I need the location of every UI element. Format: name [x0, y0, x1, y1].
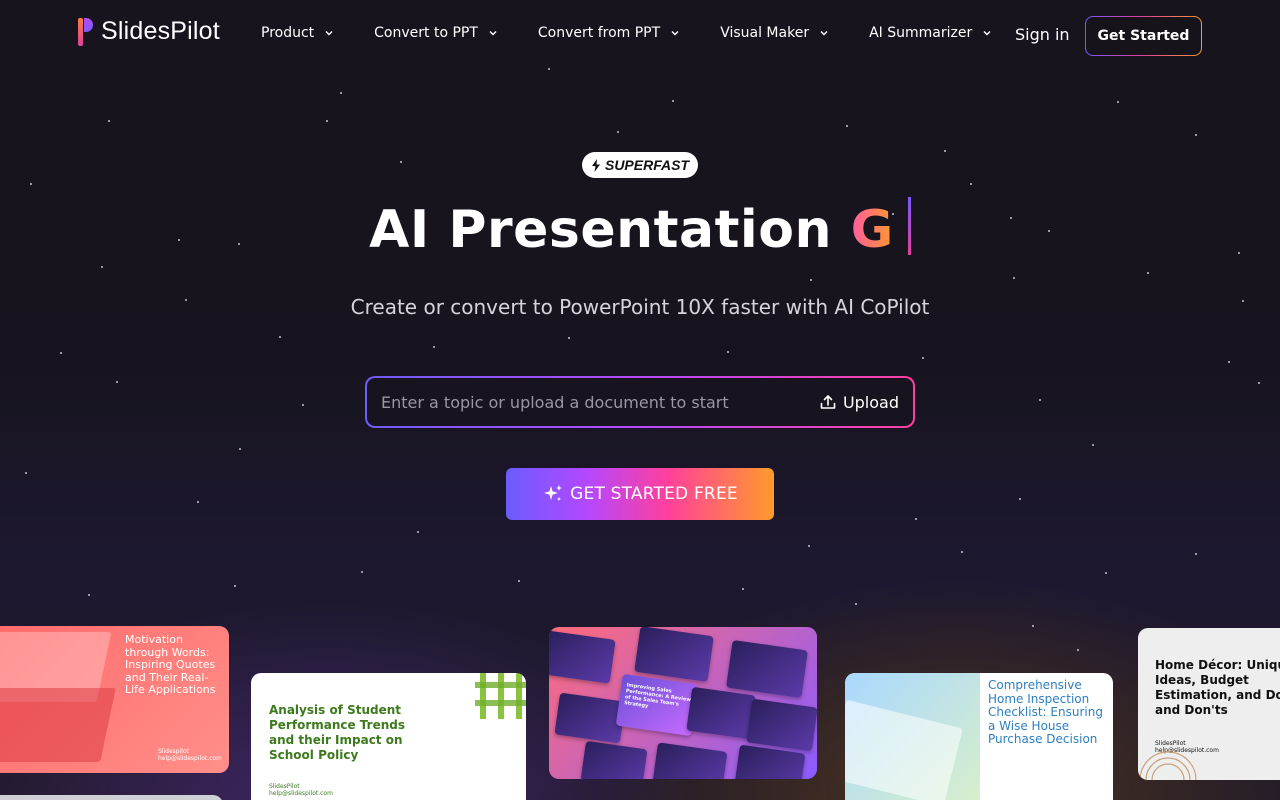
card-title: Home Décor: Unique Ideas, Budget Estimat… [1155, 658, 1280, 717]
chevron-down-icon [670, 28, 680, 38]
topic-input[interactable] [381, 392, 819, 412]
card-footer-name: SlidesPilot [269, 783, 300, 790]
badge-label: SUPERFAST [604, 157, 689, 173]
template-card[interactable]: Motivation through Words: Inspiring Quot… [0, 626, 229, 773]
slide-thumbnail [734, 744, 806, 779]
grid-decoration [475, 673, 526, 719]
slide-thumbnail [580, 740, 648, 779]
get-started-free-button[interactable]: GET STARTED FREE [506, 468, 774, 520]
nav-label: AI Summarizer [869, 25, 973, 41]
chevron-down-icon [982, 28, 992, 38]
chevron-down-icon [324, 28, 334, 38]
slide-thumbnail [726, 639, 808, 699]
sparkle-icon [544, 485, 563, 501]
cta-label: GET STARTED FREE [570, 484, 738, 504]
card-title: Motivation through Words: Inspiring Quot… [125, 633, 216, 696]
brand-name: SlidesPilot [101, 17, 220, 45]
card-title: Comprehensive Home Inspection Checklist:… [988, 678, 1103, 746]
slide-thumbnail [549, 630, 616, 684]
slide-thumbnail [554, 692, 626, 744]
brand-logo[interactable]: SlidesPilot [78, 17, 220, 46]
superfast-badge: SUPERFAST [582, 152, 698, 178]
lightning-icon [591, 158, 600, 172]
nav-label: Visual Maker [720, 25, 810, 41]
hero-subtitle: Create or convert to PowerPoint 10X fast… [350, 295, 930, 319]
nav-label: Convert from PPT [537, 25, 661, 41]
chevron-down-icon [819, 28, 829, 38]
slide-thumbnail [652, 742, 728, 779]
logo-icon [78, 17, 93, 46]
card-footer-name: SlidesPilot [1155, 740, 1186, 747]
slide-thumbnail [686, 686, 756, 740]
nav-visual-maker[interactable]: Visual Maker [720, 25, 829, 41]
hero-title: AI Presentation G [0, 197, 1280, 260]
card-title: Analysis of Student Performance Trends a… [269, 703, 406, 762]
card-footer-email: help@slidespilot.com [269, 790, 333, 797]
nav-convert-from-ppt[interactable]: Convert from PPT [538, 25, 680, 41]
template-card[interactable]: Analysis of Student Performance Trends a… [251, 673, 526, 800]
upload-icon [820, 395, 836, 409]
top-nav: SlidesPilot Product Convert to PPT Conve… [0, 0, 1280, 70]
topic-input-box: Upload [365, 376, 915, 428]
card-footer-email: help@slidespilot.com [158, 755, 222, 762]
template-card[interactable]: Improving Sales Performance: A Review of… [549, 627, 817, 779]
get-started-button[interactable]: Get Started [1085, 16, 1202, 56]
arc-decoration [1139, 751, 1197, 780]
chevron-down-icon [488, 28, 498, 38]
sign-in-link[interactable]: Sign in [1015, 25, 1070, 44]
slide-thumbnail [634, 627, 714, 682]
nav-label: Convert to PPT [374, 25, 478, 41]
card-footer: SlidesPilot help@slidespilot.com [269, 783, 333, 797]
nav-ai-summarizer[interactable]: AI Summarizer [869, 25, 992, 41]
upload-label: Upload [842, 392, 899, 412]
upload-button[interactable]: Upload [819, 393, 899, 412]
nav-product[interactable]: Product [261, 25, 334, 41]
card-footer-name: Slidespilot [158, 748, 189, 755]
nav-convert-to-ppt[interactable]: Convert to PPT [374, 25, 498, 41]
slide-thumbnail [0, 688, 116, 762]
hero-title-text: AI Presentation [369, 200, 833, 260]
card-footer: Slidespilot help@slidespilot.com [158, 748, 222, 762]
nav-label: Product [261, 25, 315, 41]
main-menu: Product Convert to PPT Convert from PPT … [261, 25, 992, 41]
typing-cursor [907, 197, 911, 255]
slide-thumbnail [746, 698, 817, 752]
hero-typed-text: G [850, 200, 894, 260]
template-card[interactable] [0, 795, 223, 800]
template-card[interactable]: Home Décor: Unique Ideas, Budget Estimat… [1138, 628, 1280, 780]
template-card[interactable]: Comprehensive Home Inspection Checklist:… [845, 673, 1113, 800]
